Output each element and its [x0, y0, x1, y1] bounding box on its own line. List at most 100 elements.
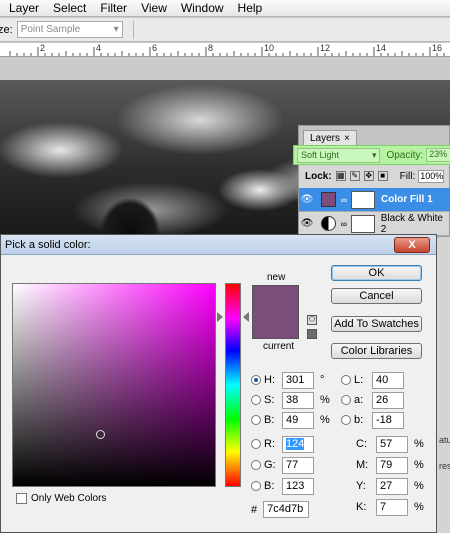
saturation-radio[interactable]	[251, 395, 261, 405]
blend-mode-select[interactable]: Soft Light ▾	[297, 147, 381, 163]
hue-slider-left-arrow-icon[interactable]	[217, 312, 223, 322]
layer-mask-thumbnail[interactable]	[351, 190, 375, 209]
new-color-swatch	[252, 285, 299, 312]
magenta-input[interactable]: 79	[376, 456, 408, 474]
lock-transparency-icon[interactable]: ▦	[335, 171, 346, 181]
panel-text-fragment: atur	[439, 435, 450, 445]
ok-button[interactable]: OK	[331, 265, 422, 281]
blend-opacity-row: Soft Light ▾ Opacity: 23%	[293, 145, 450, 165]
horizontal-ruler[interactable]: 2 4 6 8 10 12 14 16	[0, 43, 450, 57]
options-bar: ze: Point Sample ▾	[0, 18, 450, 42]
close-button[interactable]: X	[394, 237, 430, 253]
blue-radio[interactable]	[251, 481, 261, 491]
black-input[interactable]: 7	[376, 498, 408, 516]
magenta-row: M: 79 %	[353, 456, 424, 474]
cancel-button[interactable]: Cancel	[331, 288, 422, 304]
opacity-label: Opacity:	[386, 149, 424, 161]
link-icon[interactable]: ∞	[339, 219, 349, 229]
lab-b-input[interactable]: -18	[372, 411, 404, 429]
ruler-number: 6	[152, 43, 158, 53]
lab-b-row: b: -18	[341, 411, 404, 429]
red-row: R: 124	[251, 435, 314, 453]
sample-size-label: ze:	[0, 23, 13, 36]
hex-label: #	[251, 503, 258, 516]
chevron-down-icon: ▾	[113, 24, 119, 35]
red-input[interactable]: 124	[282, 435, 314, 453]
only-web-colors-option[interactable]: Only Web Colors	[12, 493, 106, 504]
layer-row-black-white[interactable]: 👁 ∞ Black & White 2	[299, 212, 450, 236]
hue-radio[interactable]	[251, 375, 261, 385]
menu-window[interactable]: Window	[181, 1, 224, 15]
lock-move-icon[interactable]: ✥	[363, 171, 374, 181]
link-icon[interactable]: ∞	[339, 195, 349, 205]
saturation-label: S:	[264, 394, 275, 406]
current-color-label: current	[263, 341, 295, 352]
lab-l-input[interactable]: 40	[372, 371, 404, 389]
red-radio[interactable]	[251, 439, 261, 449]
dialog-titlebar[interactable]: Pick a solid color: X	[1, 235, 436, 255]
tab-layers[interactable]: Layers ×	[303, 130, 357, 146]
lock-all-icon[interactable]: ■	[377, 171, 388, 181]
lab-b-radio[interactable]	[341, 415, 351, 425]
brightness-radio[interactable]	[251, 415, 261, 425]
current-color-swatch[interactable]	[252, 312, 299, 339]
layer-mask-thumbnail[interactable]	[350, 214, 375, 233]
lab-a-radio[interactable]	[341, 395, 351, 405]
ruler-number: 12	[320, 43, 331, 53]
hex-input[interactable]: 7c4d7b	[263, 501, 310, 518]
layer-name: Black & White 2	[380, 212, 443, 235]
layers-panel: Layers × Soft Light ▾ Opacity: 23% Lock:…	[293, 125, 450, 237]
hue-slider[interactable]	[225, 283, 241, 487]
fill-label: Fill:	[399, 170, 416, 182]
green-input[interactable]: 77	[282, 456, 314, 474]
green-radio[interactable]	[251, 460, 261, 470]
hue-slider-right-arrow-icon[interactable]	[243, 312, 249, 322]
opacity-input[interactable]: 23%	[426, 148, 450, 162]
ruler-number: 8	[208, 43, 214, 53]
brightness-row: B: 49 %	[251, 411, 330, 429]
divider	[132, 20, 134, 39]
lab-l-radio[interactable]	[341, 375, 351, 385]
brightness-input[interactable]: 49	[282, 411, 314, 429]
cyan-label: C:	[356, 438, 367, 450]
layers-tab-row: Layers ×	[299, 126, 449, 146]
layer-row-color-fill[interactable]: 👁 ∞ Color Fill 1	[299, 188, 450, 212]
lock-brush-icon[interactable]: ✎	[349, 171, 360, 181]
add-to-swatches-button[interactable]: Add To Swatches	[331, 316, 422, 332]
eye-icon[interactable]: 👁	[299, 218, 315, 229]
menu-help[interactable]: Help	[238, 1, 263, 15]
blue-label: B:	[264, 480, 275, 492]
color-field[interactable]	[12, 283, 216, 487]
menu-layer[interactable]: Layer	[9, 1, 39, 15]
only-web-colors-checkbox[interactable]	[16, 493, 27, 504]
menu-filter[interactable]: Filter	[100, 1, 127, 15]
blue-row: B: 123	[251, 477, 314, 495]
blue-input[interactable]: 123	[282, 477, 314, 495]
black-row: K: 7 %	[353, 498, 424, 516]
fill-input[interactable]: 100%	[418, 169, 445, 183]
close-icon[interactable]: ×	[344, 133, 350, 144]
sample-size-value: Point Sample	[20, 24, 81, 35]
web-safe-color-swatch[interactable]	[307, 329, 317, 339]
green-row: G: 77	[251, 456, 314, 474]
menu-select[interactable]: Select	[53, 1, 86, 15]
hue-input[interactable]: 301	[282, 371, 314, 389]
menu-view[interactable]: View	[141, 1, 167, 15]
saturation-input[interactable]: 38	[282, 391, 314, 409]
lab-a-input[interactable]: 26	[372, 391, 404, 409]
cyan-row: C: 57 %	[353, 435, 424, 453]
eye-icon[interactable]: 👁	[299, 194, 315, 205]
sample-size-select[interactable]: Point Sample ▾	[16, 21, 123, 38]
cyan-input[interactable]: 57	[376, 435, 408, 453]
lab-a-row: a: 26	[341, 391, 404, 409]
color-libraries-button[interactable]: Color Libraries	[331, 343, 422, 359]
dialog-title: Pick a solid color:	[5, 239, 91, 251]
green-label: G:	[264, 459, 276, 471]
color-picker-handle[interactable]	[96, 430, 105, 439]
web-safe-cube-icon[interactable]: ⬡	[307, 315, 317, 325]
yellow-unit: %	[414, 480, 424, 492]
yellow-input[interactable]: 27	[376, 477, 408, 495]
saturation-unit: %	[320, 394, 330, 406]
saturation-row: S: 38 %	[251, 391, 330, 409]
brightness-unit: %	[320, 414, 330, 426]
